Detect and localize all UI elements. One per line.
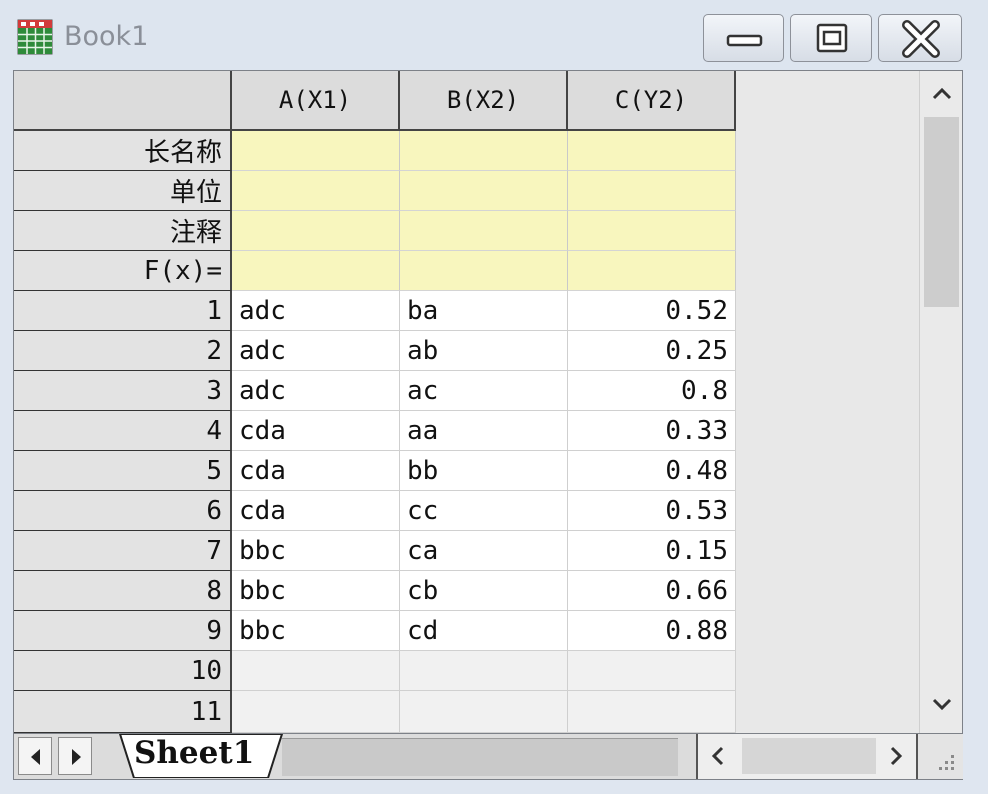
- meta-cell[interactable]: [400, 211, 568, 251]
- row-header-units[interactable]: 单位: [14, 171, 232, 211]
- chevron-left-icon: [711, 746, 724, 766]
- row-header-formula[interactable]: F(x)=: [14, 251, 232, 291]
- table-cell[interactable]: adc: [232, 371, 400, 411]
- table-cell[interactable]: adc: [232, 331, 400, 371]
- meta-cell[interactable]: [568, 131, 736, 171]
- table-cell[interactable]: ac: [400, 371, 568, 411]
- table-cell[interactable]: [400, 691, 568, 733]
- table-cell[interactable]: cb: [400, 571, 568, 611]
- scroll-up-button[interactable]: [920, 71, 962, 115]
- worksheet-grid: A(X1) B(X2) C(Y2) 长名称 单位 注释 F(x)= 1 adc …: [13, 70, 963, 734]
- row-header[interactable]: 4: [14, 411, 232, 451]
- minimize-button[interactable]: [703, 14, 784, 62]
- horizontal-scrollbar[interactable]: [696, 734, 918, 779]
- chevron-down-icon: [932, 698, 952, 711]
- scroll-left-button[interactable]: [698, 734, 738, 779]
- tab-label: Sheet1: [134, 735, 255, 771]
- table-cell[interactable]: 0.66: [568, 571, 736, 611]
- vertical-scrollbar[interactable]: [919, 71, 962, 733]
- meta-cell[interactable]: [568, 211, 736, 251]
- triangle-right-icon: [72, 749, 81, 765]
- table-cell[interactable]: 0.15: [568, 531, 736, 571]
- table-cell[interactable]: cc: [400, 491, 568, 531]
- grid-empty-area: [736, 71, 919, 733]
- row-header[interactable]: 8: [14, 571, 232, 611]
- table-cell[interactable]: 0.8: [568, 371, 736, 411]
- chevron-up-icon: [932, 87, 952, 100]
- table-cell[interactable]: bbc: [232, 571, 400, 611]
- worksheet-grid-icon: [17, 19, 53, 55]
- meta-cell[interactable]: [232, 131, 400, 171]
- scrollbar-thumb[interactable]: [924, 117, 959, 307]
- row-header[interactable]: 2: [14, 331, 232, 371]
- meta-cell[interactable]: [232, 251, 400, 291]
- table-cell[interactable]: ab: [400, 331, 568, 371]
- meta-cell[interactable]: [400, 171, 568, 211]
- meta-cell[interactable]: [400, 251, 568, 291]
- table-cell[interactable]: [400, 651, 568, 691]
- table-cell[interactable]: 0.53: [568, 491, 736, 531]
- resize-grip-icon[interactable]: [918, 734, 963, 779]
- sheet-tab-bar: Sheet1: [13, 734, 963, 780]
- table-cell[interactable]: 0.88: [568, 611, 736, 651]
- table-cell[interactable]: bbc: [232, 531, 400, 571]
- column-header-a[interactable]: A(X1): [232, 71, 400, 131]
- table-cell[interactable]: ca: [400, 531, 568, 571]
- scroll-right-button[interactable]: [876, 734, 916, 779]
- meta-cell[interactable]: [568, 171, 736, 211]
- meta-cell[interactable]: [400, 131, 568, 171]
- meta-cell[interactable]: [232, 171, 400, 211]
- table-cell[interactable]: 0.52: [568, 291, 736, 331]
- table-cell[interactable]: [568, 651, 736, 691]
- table-cell[interactable]: [232, 651, 400, 691]
- corner-cell[interactable]: [14, 71, 232, 131]
- row-header-comments[interactable]: 注释: [14, 211, 232, 251]
- row-header[interactable]: 11: [14, 691, 232, 733]
- table-cell[interactable]: aa: [400, 411, 568, 451]
- row-header[interactable]: 7: [14, 531, 232, 571]
- table-cell[interactable]: bbc: [232, 611, 400, 651]
- tab-sheet1[interactable]: Sheet1: [118, 734, 288, 778]
- table-cell[interactable]: 0.33: [568, 411, 736, 451]
- table-cell[interactable]: cda: [232, 491, 400, 531]
- table-cell[interactable]: [568, 691, 736, 733]
- title-bar: Book1: [0, 0, 988, 70]
- scrollbar-thumb[interactable]: [742, 738, 876, 774]
- table-cell[interactable]: ba: [400, 291, 568, 331]
- row-header[interactable]: 3: [14, 371, 232, 411]
- table-cell[interactable]: cd: [400, 611, 568, 651]
- table-cell[interactable]: cda: [232, 451, 400, 491]
- tab-next-button[interactable]: [58, 737, 92, 775]
- meta-cell[interactable]: [232, 211, 400, 251]
- table-cell[interactable]: [232, 691, 400, 733]
- tab-prev-button[interactable]: [18, 737, 52, 775]
- column-header-c[interactable]: C(Y2): [568, 71, 736, 131]
- chevron-right-icon: [890, 746, 903, 766]
- close-button[interactable]: [878, 14, 962, 62]
- column-header-b[interactable]: B(X2): [400, 71, 568, 131]
- close-icon: [902, 20, 940, 58]
- row-header[interactable]: 1: [14, 291, 232, 331]
- maximize-button[interactable]: [790, 14, 872, 62]
- row-header-long-name[interactable]: 长名称: [14, 131, 232, 171]
- table-cell[interactable]: adc: [232, 291, 400, 331]
- table-cell[interactable]: cda: [232, 411, 400, 451]
- row-header[interactable]: 9: [14, 611, 232, 651]
- row-header[interactable]: 10: [14, 651, 232, 691]
- window-title: Book1: [64, 21, 149, 52]
- table-cell[interactable]: 0.25: [568, 331, 736, 371]
- tab-strip-empty: [282, 738, 678, 776]
- triangle-left-icon: [31, 749, 40, 765]
- row-header[interactable]: 5: [14, 451, 232, 491]
- minimize-icon: [726, 34, 763, 47]
- table-cell[interactable]: 0.48: [568, 451, 736, 491]
- table-cell[interactable]: bb: [400, 451, 568, 491]
- scroll-down-button[interactable]: [920, 683, 962, 727]
- row-header[interactable]: 6: [14, 491, 232, 531]
- maximize-icon: [816, 23, 848, 53]
- meta-cell[interactable]: [568, 251, 736, 291]
